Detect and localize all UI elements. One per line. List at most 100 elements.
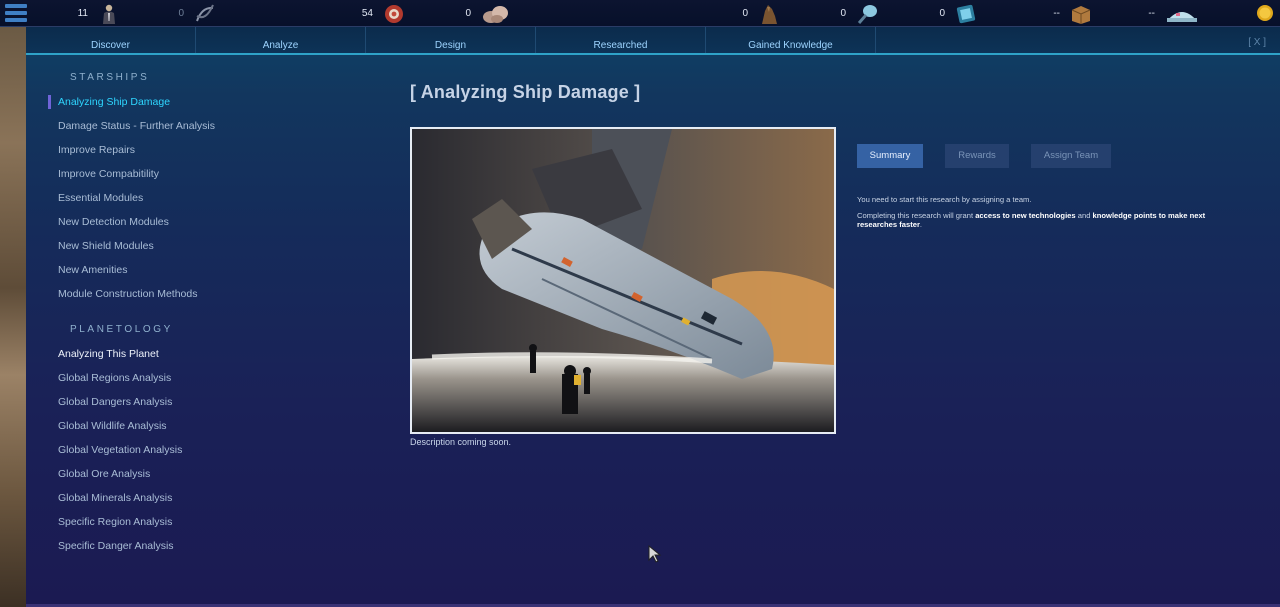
research-item-label: New Amenities [58, 264, 128, 276]
research-panel: Discover Analyze Design Researched Gaine… [26, 27, 1280, 607]
research-item[interactable]: Analyzing This Planet [46, 342, 286, 366]
research-item[interactable]: New Shield Modules [46, 234, 286, 258]
tab-researched[interactable]: Researched [536, 27, 706, 53]
close-button[interactable]: [ X ] [1248, 37, 1266, 48]
background-terrain [0, 27, 26, 607]
resource-value: 0 [465, 8, 471, 19]
selection-marker [48, 95, 51, 109]
assign-team-button[interactable]: Assign Team [1031, 144, 1111, 168]
research-item[interactable]: Global Ore Analysis [46, 462, 286, 486]
research-item-label: Specific Danger Analysis [58, 540, 174, 552]
dna-icon [196, 4, 214, 21]
commander-icon [103, 4, 115, 24]
resource-datapad[interactable]: 0 [915, 0, 977, 27]
tab-gained-knowledge[interactable]: Gained Knowledge [706, 27, 876, 53]
research-item[interactable]: Global Wildlife Analysis [46, 414, 286, 438]
resource-value: -- [1148, 8, 1155, 19]
research-image [410, 127, 836, 434]
research-item[interactable]: Module Construction Methods [46, 282, 286, 306]
research-title: [ Analyzing Ship Damage ] [410, 82, 641, 102]
resource-dna[interactable]: 0 [154, 0, 216, 27]
research-item[interactable]: Global Vegetation Analysis [46, 438, 286, 462]
datapad-icon [956, 4, 976, 23]
research-item-label: Analyzing This Planet [58, 348, 159, 360]
summary-text: You need to start this research by assig… [857, 195, 1032, 204]
resource-creature[interactable]: 0 [718, 0, 780, 27]
crashed-starship-illustration [412, 129, 834, 432]
summary-highlight: access to new technologies [975, 211, 1076, 220]
research-item[interactable]: New Amenities [46, 258, 286, 282]
menu-line [5, 11, 27, 15]
resource-crystal[interactable]: 0 [816, 0, 878, 27]
research-item-label: Improve Repairs [58, 144, 136, 156]
resource-value: -- [1053, 8, 1060, 19]
menu-line [5, 4, 27, 8]
resource-commanders[interactable]: 11 [58, 0, 120, 27]
research-item[interactable]: Global Minerals Analysis [46, 486, 286, 510]
research-item-label: Global Ore Analysis [58, 468, 151, 480]
menu-line [5, 18, 27, 22]
resource-crate[interactable]: -- [1030, 0, 1092, 27]
resource-value: 0 [742, 8, 748, 19]
research-item[interactable]: Improve Compabitility [46, 162, 286, 186]
research-item-label: Module Construction Methods [58, 288, 198, 300]
research-item-label: Global Vegetation Analysis [58, 444, 183, 456]
research-item[interactable]: Improve Repairs [46, 138, 286, 162]
detail-tabs: Summary Rewards Assign Team [857, 144, 1133, 168]
tab-discover[interactable]: Discover [26, 27, 196, 53]
research-item[interactable]: New Detection Modules [46, 210, 286, 234]
summary-text: and [1075, 211, 1093, 220]
summary-line: You need to start this research by assig… [857, 195, 1237, 204]
tab-analyze[interactable]: Analyze [196, 27, 366, 53]
rewards-button[interactable]: Rewards [945, 144, 1009, 168]
mouse-cursor-icon [648, 545, 662, 563]
research-item-label: Global Regions Analysis [58, 372, 172, 384]
research-item-label: Analyzing Ship Damage [58, 96, 171, 108]
resource-habitat[interactable]: -- [1125, 0, 1199, 27]
summary-button[interactable]: Summary [857, 144, 923, 168]
meat-icon [385, 4, 403, 23]
summary-line: Completing this research will grant acce… [857, 211, 1237, 229]
research-item[interactable]: Specific Danger Analysis [46, 534, 286, 558]
resource-value: 0 [939, 8, 945, 19]
research-item-label: New Detection Modules [58, 216, 169, 228]
research-item-label: Improve Compabitility [58, 168, 159, 180]
crate-icon [1071, 5, 1091, 24]
resource-meat[interactable]: 54 [343, 0, 405, 27]
section-title-starships: STARSHIPS [70, 72, 150, 83]
research-item[interactable]: Analyzing Ship Damage [46, 90, 286, 114]
summary-text: Completing this research will grant [857, 211, 976, 220]
crystal-icon [857, 4, 877, 24]
coin-icon[interactable] [1256, 4, 1274, 22]
research-item[interactable]: Specific Region Analysis [46, 510, 286, 534]
tab-bar: Discover Analyze Design Researched Gaine… [26, 27, 1280, 55]
resource-ore[interactable]: 0 [441, 0, 511, 27]
section-title-planetology: PLANETOLOGY [70, 324, 173, 335]
resource-value: 54 [361, 8, 373, 19]
research-item[interactable]: Essential Modules [46, 186, 286, 210]
ore-icon [483, 5, 508, 23]
resource-bar: 11 0 54 0 0 0 0 -- -- [0, 0, 1280, 27]
research-item-label: New Shield Modules [58, 240, 154, 252]
research-item-label: Global Minerals Analysis [58, 492, 173, 504]
research-item[interactable]: Damage Status - Further Analysis [46, 114, 286, 138]
resource-value: 11 [77, 8, 88, 19]
research-item-label: Specific Region Analysis [58, 516, 173, 528]
menu-button[interactable] [5, 4, 27, 22]
research-item[interactable]: Global Dangers Analysis [46, 390, 286, 414]
research-item-label: Damage Status - Further Analysis [58, 120, 215, 132]
resource-value: 0 [840, 8, 846, 19]
research-description: Description coming soon. [410, 437, 512, 447]
research-list: STARSHIPS Analyzing Ship Damage Damage S… [46, 72, 286, 558]
resource-value: 0 [178, 8, 184, 19]
habitat-icon [1167, 11, 1197, 22]
research-item-label: Essential Modules [58, 192, 144, 204]
creature-icon [762, 4, 777, 24]
tab-design[interactable]: Design [366, 27, 536, 53]
summary-text: . [919, 220, 923, 229]
research-item-label: Global Dangers Analysis [58, 396, 173, 408]
research-summary: You need to start this research by assig… [857, 195, 1237, 236]
research-item-label: Global Wildlife Analysis [58, 420, 167, 432]
research-item[interactable]: Global Regions Analysis [46, 366, 286, 390]
